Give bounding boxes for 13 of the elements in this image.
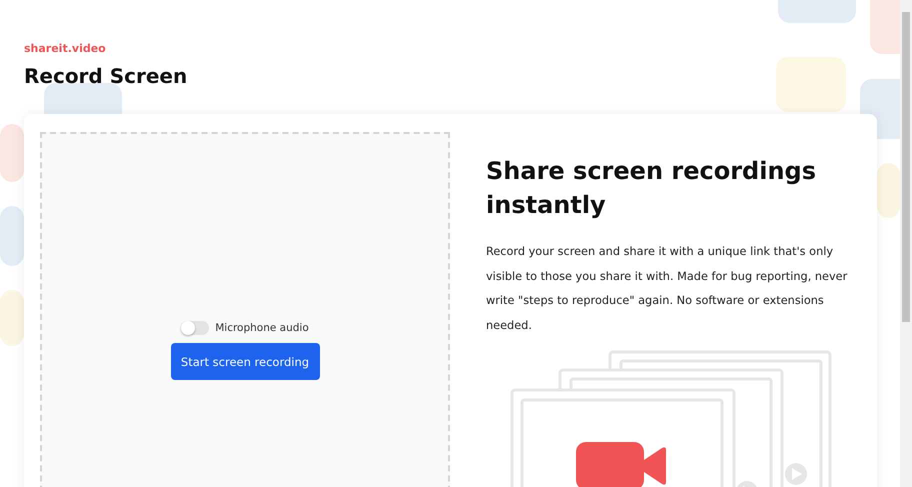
start-recording-button[interactable]: Start screen recording [170,343,320,380]
page-title: Record Screen [24,64,188,88]
scrollbar[interactable] [900,0,912,487]
microphone-toggle[interactable] [181,321,210,335]
info-paragraph: Record your screen and share it with a unique link that's only visible to those you share it with. Made for bug reporting, never write "steps to reproduce" again. No software or extensions needed. [486,244,848,334]
background-tile [877,163,900,218]
background-tile [0,290,24,346]
background-tile [0,206,24,266]
info-heading: Share screen recordings instantly [486,156,817,221]
brand-name[interactable]: shareit.video [24,42,106,55]
background-tile [0,124,24,182]
background-tile [776,57,846,112]
microphone-label: Microphone audio [215,322,309,334]
